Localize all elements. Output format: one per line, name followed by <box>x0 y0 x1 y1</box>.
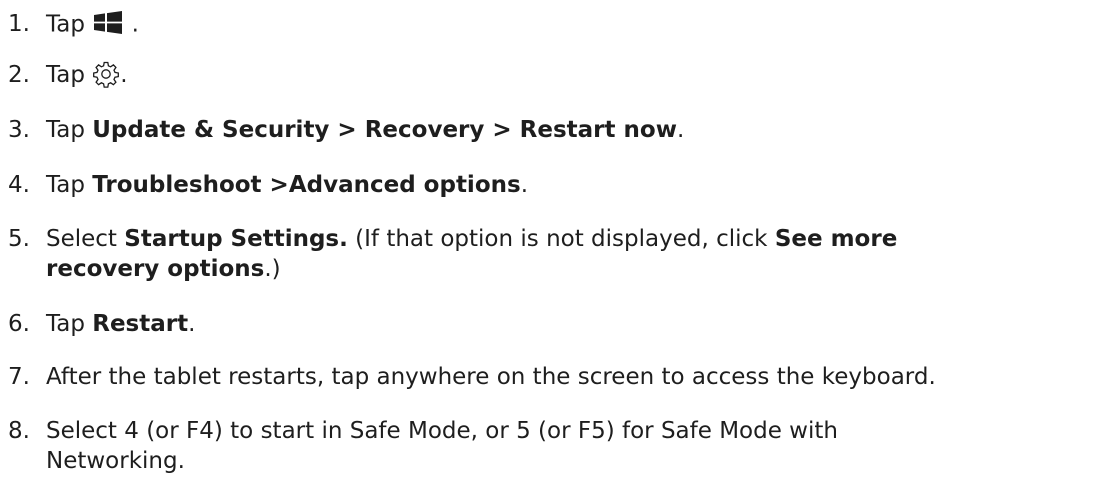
option-name: Restart <box>92 311 189 337</box>
step-punct: . <box>131 11 139 38</box>
step-verb: Tap <box>46 117 85 143</box>
step-text: Select 4 (or F4) to start in Safe Mode, … <box>46 416 1106 476</box>
step-number: 5. <box>8 226 30 252</box>
step-text: Tap Update & Security > Recovery > Resta… <box>46 115 1106 145</box>
step-text: Tap Troubleshoot >Advanced options. <box>46 170 1106 200</box>
step-number: 4. <box>8 172 30 198</box>
option-name: Startup Settings. <box>124 226 348 252</box>
step-number: 1. <box>8 11 30 37</box>
step-verb: Select <box>46 226 117 252</box>
gear-icon <box>92 60 120 91</box>
step-text: Tap . <box>46 9 1106 41</box>
step-line: Select 4 (or F4) to start in Safe Mode, … <box>46 418 838 444</box>
step-verb: Tap <box>46 172 85 198</box>
step-note: (If that option is not displayed, click <box>355 226 768 252</box>
menu-path: Update & Security > Recovery > Restart n… <box>92 117 677 143</box>
step-number: 2. <box>8 62 30 88</box>
step-line: Networking. <box>46 448 185 474</box>
option-name: recovery options <box>46 256 265 282</box>
step-text: Tap . <box>46 60 1106 91</box>
step-number: 6. <box>8 311 30 337</box>
step-number: 8. <box>8 418 30 444</box>
step-text: Tap Restart. <box>46 309 1106 339</box>
step-punct: . <box>188 311 196 337</box>
step-verb: Tap <box>46 311 85 337</box>
option-name: See more <box>774 226 898 252</box>
step-verb: Tap <box>46 62 85 88</box>
menu-path: Troubleshoot >Advanced options <box>92 172 521 198</box>
windows-start-icon <box>92 9 124 41</box>
step-punct: . <box>520 172 528 198</box>
step-verb: Tap <box>46 11 85 38</box>
step-punct: . <box>120 62 128 88</box>
step-punct: .) <box>264 256 281 282</box>
step-text: Select Startup Settings. (If that option… <box>46 224 1106 284</box>
step-number: 7. <box>8 364 30 390</box>
step-number: 3. <box>8 117 30 143</box>
step-punct: . <box>676 117 685 143</box>
step-text: After the tablet restarts, tap anywhere … <box>46 364 936 390</box>
